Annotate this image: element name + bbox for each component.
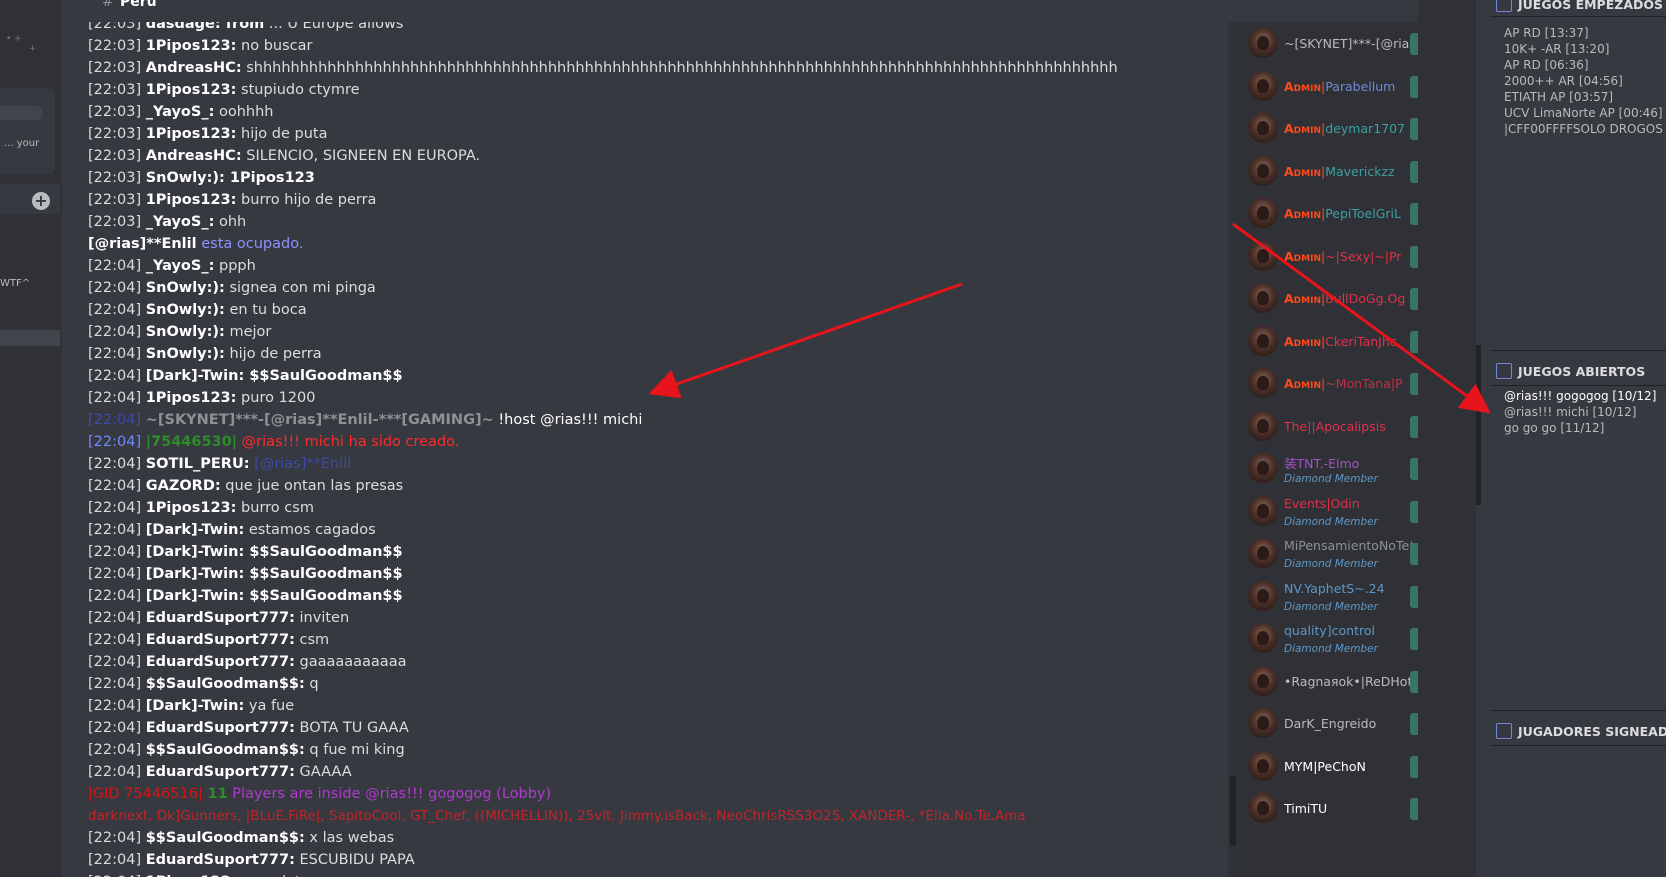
annotation-arrows: [648, 222, 1491, 414]
arrow-to-open-game: [1232, 222, 1491, 414]
arrow-to-host-command: [648, 282, 963, 399]
